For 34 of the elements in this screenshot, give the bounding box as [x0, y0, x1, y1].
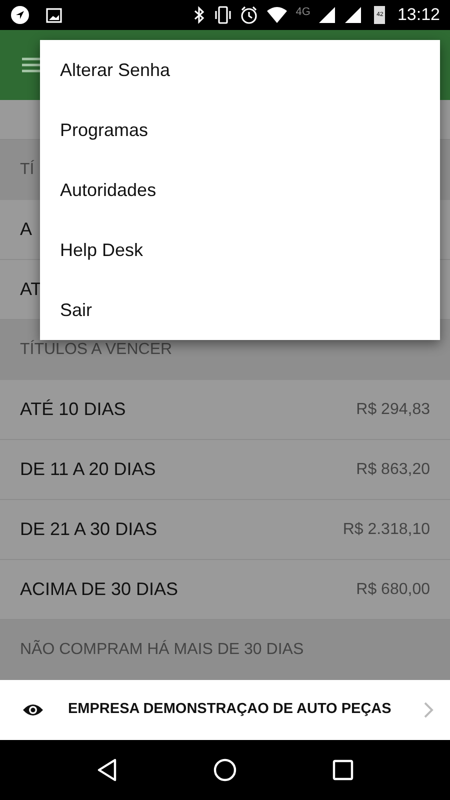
row-amount: R$ 680,00	[356, 580, 430, 600]
navigation-icon	[10, 5, 30, 25]
signal-icon	[318, 6, 336, 24]
eye-icon	[22, 702, 44, 718]
section-header: TÍ	[20, 159, 34, 180]
menu-item[interactable]: Programas	[40, 100, 440, 160]
row-label: ACIMA DE 30 DIAS	[20, 578, 178, 601]
signal-icon	[344, 6, 362, 24]
company-name: EMPRESA DEMONSTRAÇAO DE AUTO PEÇAS	[68, 700, 392, 720]
alarm-icon	[240, 6, 258, 24]
row-label: DE 21 A 30 DIAS	[20, 518, 158, 541]
row-amount: R$ 294,83	[356, 400, 430, 420]
recents-icon[interactable]	[332, 759, 354, 781]
back-icon[interactable]	[96, 758, 118, 782]
wifi-icon	[266, 6, 288, 24]
vibrate-icon	[214, 6, 232, 24]
section-header: NÃO COMPRAM HÁ MAIS DE 30 DIAS	[20, 639, 304, 660]
bluetooth-icon	[192, 6, 206, 24]
home-icon[interactable]	[212, 758, 237, 782]
network-type: 4G	[296, 5, 310, 20]
row-amount: R$ 2.318,10	[342, 520, 430, 540]
menu-item[interactable]: Autoridades	[40, 160, 440, 220]
image-icon	[46, 6, 62, 24]
clock: 13:12	[397, 4, 440, 26]
row-label: DE 11 A 20 DIAS	[20, 458, 156, 481]
menu-item[interactable]: Help Desk	[40, 220, 440, 280]
row-label: ATÉ 10 DIAS	[20, 398, 126, 421]
menu-item[interactable]: Sair	[40, 280, 440, 340]
row-amount: R$ 863,20	[356, 460, 430, 480]
menu-icon[interactable]	[22, 57, 42, 73]
menu-item[interactable]: Alterar Senha	[40, 40, 440, 100]
section-header: TÍTULOS A VENCER	[20, 339, 172, 360]
row-label: AT	[20, 278, 42, 301]
row-label: A	[20, 218, 32, 241]
